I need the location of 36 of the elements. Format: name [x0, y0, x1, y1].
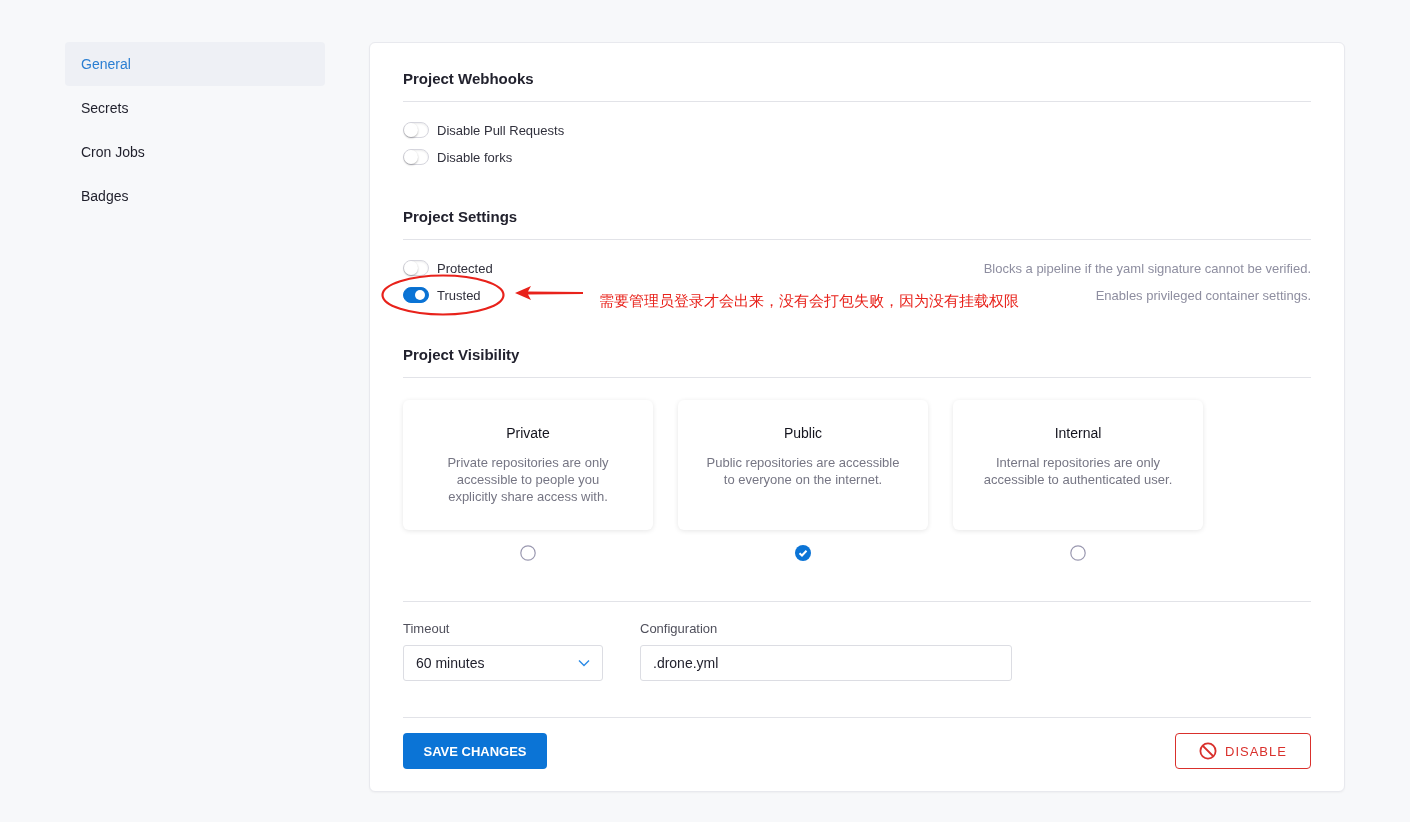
disable-button[interactable]: DISABLE — [1175, 733, 1311, 769]
timeout-select[interactable]: 60 minutes — [403, 645, 603, 681]
field-label: Timeout — [403, 621, 451, 636]
sidebar-item[interactable]: Badges — [65, 174, 325, 218]
sidebar-item[interactable]: Secrets — [65, 86, 325, 130]
visibility-title: Private — [506, 425, 550, 441]
visibility-title: Internal — [1054, 425, 1102, 441]
annotation-text: 需要管理员登录才会出来，没有会打包失败，因为没有挂载权限 — [599, 292, 1019, 311]
toggle-label: Disable forks — [437, 149, 513, 165]
save-button[interactable]: SAVE CHANGES — [403, 733, 547, 769]
toggle-label: Protected — [437, 260, 493, 276]
chevron-down-icon — [578, 659, 590, 667]
annotation-arrow — [515, 285, 583, 301]
field-label: Configuration — [640, 621, 719, 636]
toggle-switch[interactable] — [403, 287, 429, 303]
configuration-field[interactable]: .drone.yml — [640, 645, 1012, 681]
radio-button[interactable] — [1070, 545, 1086, 561]
section-heading: Project Settings — [403, 207, 519, 227]
visibility-card[interactable]: Internal Internal repositories are only accessible to authenticated user. — [953, 400, 1203, 530]
toggle-description: Blocks a pipeline if the yaml signature cannot be verified. — [983, 260, 1311, 276]
section-heading: Project Visibility — [403, 345, 521, 365]
toggle-label: Trusted — [437, 287, 481, 303]
radio-button[interactable] — [520, 545, 536, 561]
radio-button[interactable] — [795, 545, 811, 561]
visibility-description: Private repositories are only accessible to people you explicitly share access with. — [446, 454, 610, 505]
visibility-description: Public repositories are accessible to everyone on the internet. — [706, 454, 900, 488]
ban-icon — [1199, 742, 1218, 760]
visibility-card[interactable]: Private Private repositories are only accessible to people you explicitly share access with. — [403, 400, 653, 530]
toggle-description: Enables privileged container settings. — [1095, 287, 1311, 303]
visibility-description: Internal repositories are only accessible to authenticated user. — [982, 454, 1174, 488]
sidebar-item[interactable]: General — [65, 42, 325, 86]
visibility-card[interactable]: Public Public repositories are accessible to everyone on the internet. — [678, 400, 928, 530]
toggle-label: Disable Pull Requests — [437, 122, 565, 138]
visibility-title: Public — [783, 425, 823, 441]
sidebar-item[interactable]: Cron Jobs — [65, 130, 325, 174]
section-heading: Project Webhooks — [403, 69, 535, 89]
